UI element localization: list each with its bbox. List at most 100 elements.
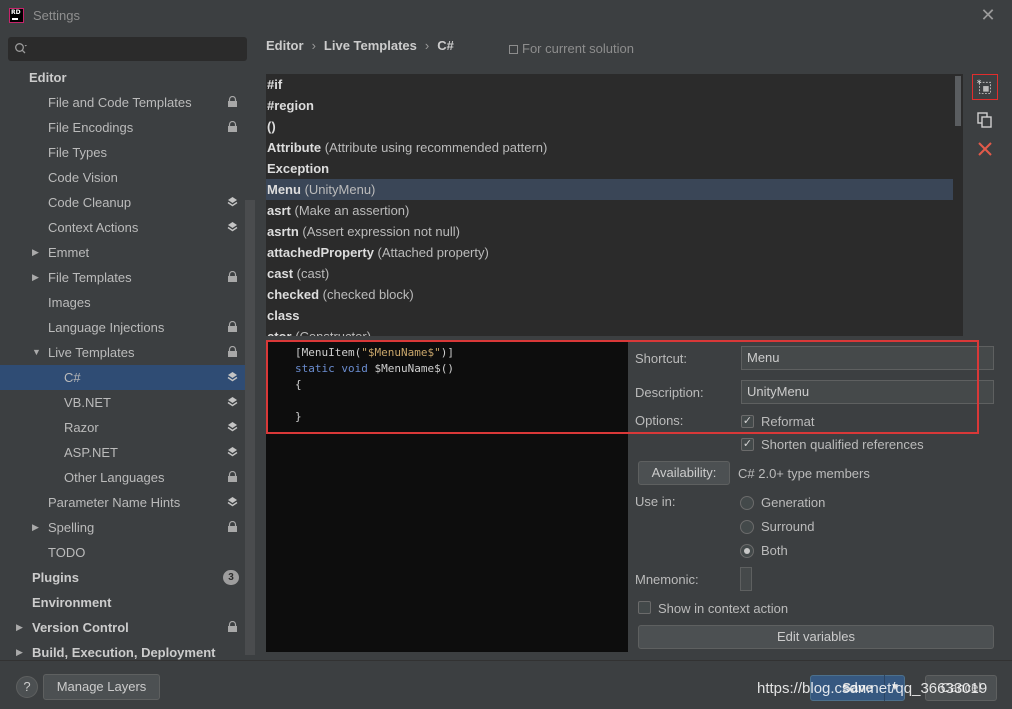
sidebar-item[interactable]: ▶ Version Control bbox=[0, 615, 255, 640]
sidebar-item[interactable]: File Types bbox=[0, 140, 255, 165]
template-code-editor[interactable]: [MenuItem("$MenuName$")] static void $Me… bbox=[266, 340, 628, 652]
sidebar-item[interactable]: Context Actions bbox=[0, 215, 255, 240]
sidebar-scrollbar[interactable] bbox=[245, 200, 255, 655]
breadcrumb-live-templates: Live Templates bbox=[323, 38, 417, 53]
sidebar-item-label: C# bbox=[64, 370, 81, 385]
chevron-down-icon[interactable]: ▼ bbox=[32, 340, 41, 365]
template-row[interactable]: asrtn (Assert expression not null) bbox=[266, 221, 963, 242]
sidebar-item-label: Plugins bbox=[32, 570, 79, 585]
project-scope-icon bbox=[228, 521, 237, 532]
sidebar-item-label: Live Templates bbox=[48, 345, 135, 360]
surround-radio[interactable] bbox=[740, 520, 754, 534]
mnemonic-field[interactable] bbox=[740, 567, 752, 591]
scope-label: For current solution bbox=[509, 41, 634, 56]
sidebar-item-label: Editor bbox=[29, 70, 67, 85]
sidebar-item[interactable]: Code Cleanup bbox=[0, 190, 255, 215]
dialog-footer: ? Manage Layers Save ▼ Cancel https://bl… bbox=[0, 660, 1012, 709]
sidebar-item-label: Version Control bbox=[32, 620, 129, 635]
project-scope-icon bbox=[228, 346, 237, 357]
shorten-references-label: Shorten qualified references bbox=[761, 437, 924, 452]
sidebar-item[interactable]: Razor bbox=[0, 415, 255, 440]
sidebar-item[interactable]: ▶ Spelling bbox=[0, 515, 255, 540]
template-row[interactable]: asrt (Make an assertion) bbox=[266, 200, 963, 221]
reformat-label: Reformat bbox=[761, 414, 815, 429]
sidebar-item[interactable]: Environment bbox=[0, 590, 255, 615]
template-row[interactable]: Attribute (Attribute using recommended p… bbox=[266, 137, 963, 158]
sidebar-item[interactable]: ▶ File Templates bbox=[0, 265, 255, 290]
sidebar-item[interactable]: File and Code Templates bbox=[0, 90, 255, 115]
template-row[interactable]: () bbox=[266, 116, 963, 137]
template-row[interactable]: #if bbox=[266, 74, 963, 95]
chevron-right-icon[interactable]: ▶ bbox=[32, 515, 39, 540]
sidebar-item[interactable]: ▶ Emmet bbox=[0, 240, 255, 265]
template-description: (Assert expression not null) bbox=[302, 224, 460, 239]
sidebar-item[interactable]: Plugins 3 bbox=[0, 565, 255, 590]
surround-label: Surround bbox=[761, 519, 815, 534]
template-name: #region bbox=[267, 98, 314, 113]
delete-template-icon[interactable] bbox=[972, 136, 998, 162]
copy-template-icon[interactable] bbox=[972, 106, 998, 132]
generation-radio[interactable] bbox=[740, 496, 754, 510]
project-scope-icon bbox=[228, 471, 237, 482]
search-input[interactable] bbox=[8, 37, 247, 61]
sidebar-item-label: File and Code Templates bbox=[48, 95, 192, 110]
template-row[interactable]: class bbox=[266, 305, 963, 326]
template-row[interactable]: attachedProperty (Attached property) bbox=[266, 242, 963, 263]
template-row[interactable]: #region bbox=[266, 95, 963, 116]
sidebar-item[interactable]: Editor bbox=[0, 65, 255, 90]
availability-button[interactable]: Availability: bbox=[638, 461, 730, 485]
chevron-right-icon[interactable]: ▶ bbox=[32, 240, 39, 265]
template-name: () bbox=[267, 119, 276, 134]
edit-variables-button[interactable]: Edit variables bbox=[638, 625, 994, 649]
template-name: Attribute bbox=[267, 140, 322, 155]
help-button[interactable]: ? bbox=[16, 676, 38, 698]
template-row[interactable]: checked (checked block) bbox=[266, 284, 963, 305]
reformat-checkbox[interactable]: ✓ bbox=[741, 415, 754, 428]
shortcut-field[interactable]: Menu bbox=[741, 346, 994, 370]
manage-layers-button[interactable]: Manage Layers bbox=[43, 674, 160, 700]
template-list-scrollbar[interactable] bbox=[953, 74, 963, 336]
title-bar: RD Settings ✕ bbox=[0, 0, 1012, 30]
layers-icon bbox=[227, 222, 238, 232]
sidebar-item[interactable]: VB.NET bbox=[0, 390, 255, 415]
sidebar-item[interactable]: File Encodings bbox=[0, 115, 255, 140]
template-row[interactable]: Menu (UnityMenu) bbox=[266, 179, 963, 200]
sidebar-item-label: Environment bbox=[32, 595, 112, 610]
breadcrumb-separator: › bbox=[311, 38, 316, 53]
sidebar-item[interactable]: Parameter Name Hints bbox=[0, 490, 255, 515]
sidebar-item-label: Code Cleanup bbox=[48, 195, 132, 210]
chevron-right-icon[interactable]: ▶ bbox=[32, 265, 39, 290]
sidebar-item[interactable]: ▼ Live Templates bbox=[0, 340, 255, 365]
sidebar-item[interactable]: Images bbox=[0, 290, 255, 315]
template-row[interactable]: Exception bbox=[266, 158, 963, 179]
sidebar-item[interactable]: Other Languages bbox=[0, 465, 255, 490]
settings-tree: Editor File and Code Templates File Encodi… bbox=[0, 65, 255, 665]
template-description: (Attached property) bbox=[377, 245, 489, 260]
both-radio[interactable] bbox=[740, 544, 754, 558]
sidebar-item[interactable]: Language Injections bbox=[0, 315, 255, 340]
template-list: #if #region () Attribute (Attribute using r… bbox=[266, 74, 963, 336]
code-text: } bbox=[295, 410, 302, 423]
sidebar-item-label: VB.NET bbox=[64, 395, 111, 410]
watermark-text: https://blog.csdn.net/qq_36633019 bbox=[757, 680, 988, 697]
project-scope-icon bbox=[228, 96, 237, 107]
search-icon bbox=[15, 43, 27, 54]
close-icon[interactable]: ✕ bbox=[978, 5, 998, 25]
sidebar-item-label: Images bbox=[48, 295, 91, 310]
sidebar-item[interactable]: ASP.NET bbox=[0, 440, 255, 465]
mnemonic-label: Mnemonic: bbox=[635, 572, 699, 587]
context-action-checkbox[interactable] bbox=[638, 601, 651, 614]
chevron-right-icon[interactable]: ▶ bbox=[16, 615, 23, 640]
shorten-references-checkbox[interactable]: ✓ bbox=[741, 438, 754, 451]
sidebar-item-label: Context Actions bbox=[48, 220, 139, 235]
template-row[interactable]: cast (cast) bbox=[266, 263, 963, 284]
description-field[interactable]: UnityMenu bbox=[741, 380, 994, 404]
template-row[interactable]: ctor (Constructor) bbox=[266, 326, 963, 336]
add-template-icon[interactable]: * bbox=[972, 74, 998, 100]
code-keyword: static void bbox=[295, 362, 368, 375]
sidebar-item[interactable]: C# bbox=[0, 365, 255, 390]
sidebar-item[interactable]: TODO bbox=[0, 540, 255, 565]
window-title: Settings bbox=[33, 8, 80, 23]
layers-icon bbox=[227, 422, 238, 432]
sidebar-item[interactable]: Code Vision bbox=[0, 165, 255, 190]
